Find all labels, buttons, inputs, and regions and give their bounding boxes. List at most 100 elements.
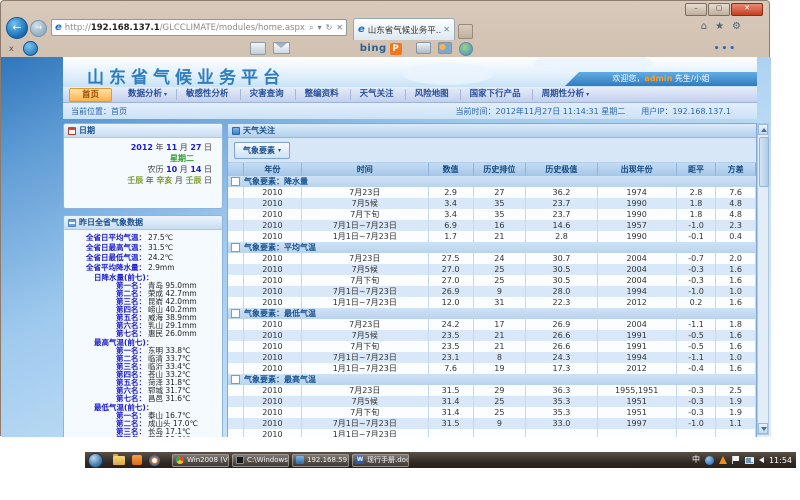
nav-item[interactable]: 灾害查询	[241, 89, 296, 100]
remote-desktop-icon	[296, 456, 304, 464]
browser-tab[interactable]: e 山东省气候业务平... ✕	[353, 18, 455, 40]
group-checkbox[interactable]	[231, 309, 240, 318]
value-cell: 26.9	[429, 286, 474, 297]
chevron-down-icon[interactable]: ▾	[318, 23, 322, 32]
variance-cell: 2.3	[716, 220, 756, 231]
date-number: 27	[190, 143, 201, 152]
extreme-year-cell: 1974	[598, 187, 677, 198]
rank-cell: 21	[474, 231, 527, 242]
vertical-scrollbar[interactable]	[757, 123, 769, 435]
nav-item[interactable]: 国家下行产品	[461, 89, 533, 100]
extreme-cell: 36.2	[526, 187, 597, 198]
mail-icon[interactable]	[273, 42, 290, 54]
table-group-row[interactable]: 气象要素：最低气温	[228, 308, 756, 319]
rank-cell: 16	[474, 220, 527, 231]
taskbar-task-word[interactable]: W现行手册.docx ...	[352, 454, 409, 467]
camera-icon[interactable]	[416, 42, 431, 54]
ganzhi-term: 壬辰	[127, 176, 143, 185]
action-center-flag-icon[interactable]	[732, 456, 740, 464]
table-row: 20107月下旬27.02530.52004-0.31.6	[228, 275, 756, 286]
globe-icon[interactable]	[459, 42, 473, 56]
table-group-row[interactable]: 气象要素：降水量	[228, 176, 756, 187]
group-checkbox[interactable]	[231, 375, 240, 384]
url-protocol: http://	[65, 23, 91, 33]
p-app-icon[interactable]: P	[390, 43, 402, 55]
rank-label: 第七名：	[64, 330, 146, 338]
speaker-icon[interactable]	[759, 457, 764, 463]
group-checkbox[interactable]	[231, 177, 240, 186]
refresh-icon[interactable]: ↻	[326, 23, 333, 32]
close-toolbar-icon[interactable]: x	[9, 44, 14, 53]
close-button[interactable]: ✕	[731, 3, 763, 16]
window-titlebar[interactable]: – ▢ ✕	[1, 1, 769, 16]
row-checkbox-spacer	[228, 352, 244, 363]
ime-indicator[interactable]: 中	[692, 455, 700, 465]
taskbar-task-vm[interactable]: Win2008 (VS2...	[172, 454, 229, 467]
time-cell: 7月5候	[302, 198, 429, 209]
group-checkbox[interactable]	[231, 243, 240, 252]
nav-item-active[interactable]: 首页	[69, 88, 112, 102]
nav-item[interactable]: 天气关注	[351, 89, 406, 100]
stop-icon[interactable]: ✕	[336, 23, 343, 32]
nav-item[interactable]: 数据分析▾	[119, 89, 177, 100]
scroll-down-arrow-icon[interactable]	[758, 423, 768, 434]
time-cell: 7月下旬	[302, 341, 429, 352]
date-unit: 月	[177, 143, 190, 152]
time-cell: 7月23日	[302, 385, 429, 396]
calendar-panel-title: 日期	[79, 125, 95, 136]
start-button[interactable]	[88, 453, 103, 468]
anomaly-cell: -0.5	[677, 341, 717, 352]
table-row: 20107月5候27.02530.52004-0.31.6	[228, 264, 756, 275]
nav-item-label: 数据分析	[128, 89, 162, 99]
task-buttons: Win2008 (VS2... C:\Windows\s... 192.168.…	[172, 454, 409, 467]
rank-label: 第四名：	[64, 436, 146, 437]
nav-item[interactable]: 风险地图	[406, 89, 461, 100]
flame-app-icon[interactable]	[719, 456, 727, 464]
url-text[interactable]: http://192.168.137.1/GLCCLIMATE/modules/…	[65, 23, 305, 33]
explorer-folder-icon[interactable]	[113, 456, 125, 465]
webpage: 山东省气候业务平台 欢迎您，admin 先生/小姐 首页 数据分析▾ 敏感性分析…	[1, 57, 771, 437]
overflow-dots-icon[interactable]: •••	[714, 44, 737, 54]
new-tab-button[interactable]	[458, 24, 473, 39]
media-player-icon[interactable]	[149, 455, 160, 466]
antivirus-shield-icon[interactable]	[705, 456, 714, 465]
table-group-row[interactable]: 气象要素：最高气温	[228, 374, 756, 385]
table-group-row[interactable]: 气象要素：平均气温	[228, 242, 756, 253]
taskbar-task-cmd[interactable]: C:\Windows\s...	[232, 454, 289, 467]
extreme-cell: 35.3	[526, 407, 597, 418]
back-button[interactable]: ←	[6, 17, 28, 39]
nav-item[interactable]: 整编资料	[296, 89, 351, 100]
row-checkbox-spacer	[228, 209, 244, 220]
vm-icon	[176, 456, 184, 464]
nav-item[interactable]: 周期性分析▾	[533, 89, 599, 100]
rank-cell: 27	[474, 187, 527, 198]
user-ip-label: 用户IP：192.168.137.1	[641, 106, 731, 117]
tab-close-icon[interactable]: ✕	[443, 25, 450, 34]
taskbar-task-remote[interactable]: 192.168.59.99...	[292, 454, 349, 467]
table-row: 20107月23日27.52430.72004-0.72.0	[228, 253, 756, 264]
calendar-panel: 日期 2012 年 11 月 27 日 星期二 农历 10 月 14 日	[63, 123, 223, 209]
minimize-button[interactable]: –	[685, 3, 707, 16]
taskbar-clock[interactable]: 11:54	[769, 456, 792, 465]
favorites-star-icon[interactable]: ★	[715, 21, 724, 32]
stat-value: 31.5℃	[148, 243, 173, 252]
scroll-up-arrow-icon[interactable]	[758, 124, 768, 135]
extreme-cell	[526, 429, 597, 437]
maximize-button[interactable]: ▢	[708, 3, 730, 16]
people-icon[interactable]	[438, 42, 452, 54]
calculator-icon[interactable]	[250, 42, 266, 55]
search-icon[interactable]: ⌕	[309, 23, 313, 33]
forward-button[interactable]: →	[30, 20, 47, 37]
element-filter-button[interactable]: 气象要素 ▾	[234, 142, 290, 159]
bing-logo[interactable]: bing	[360, 43, 387, 54]
column-header: 方差	[716, 163, 756, 176]
gear-icon[interactable]: ⚙	[732, 21, 741, 32]
ie-favicon: e	[55, 22, 62, 33]
home-icon[interactable]: ⌂	[701, 21, 707, 32]
scrollbar-thumb[interactable]	[759, 137, 769, 187]
address-bar[interactable]: e http://192.168.137.1/GLCCLIMATE/module…	[51, 19, 347, 36]
toolbar-logo-icon[interactable]	[23, 41, 38, 56]
value-cell: 24.2	[429, 319, 474, 330]
orange-app-icon[interactable]	[132, 455, 142, 465]
nav-item[interactable]: 敏感性分析	[177, 89, 241, 100]
